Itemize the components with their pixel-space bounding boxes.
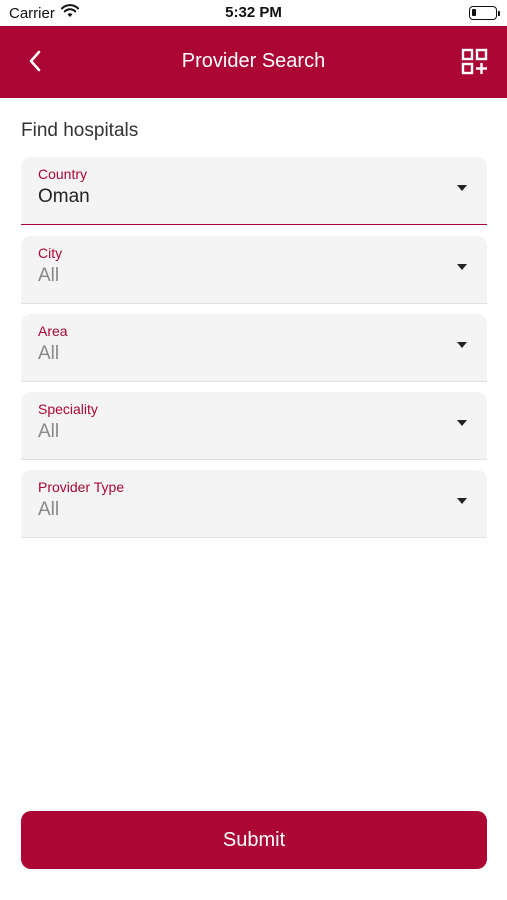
- city-select[interactable]: City All: [21, 236, 487, 304]
- area-value: All: [38, 343, 60, 364]
- country-value: Oman: [38, 186, 90, 207]
- app-header: Provider Search: [0, 26, 507, 98]
- dropdown-arrow-icon: [457, 498, 467, 504]
- status-time: 5:32 PM: [225, 4, 282, 21]
- status-bar: Carrier 5:32 PM: [0, 0, 507, 26]
- provider-type-label: Provider Type: [38, 479, 125, 495]
- city-label: City: [38, 245, 63, 261]
- country-select[interactable]: Country Oman: [21, 157, 487, 225]
- speciality-value: All: [38, 421, 60, 442]
- submit-button[interactable]: Submit: [21, 811, 487, 869]
- provider-type-select[interactable]: Provider Type All: [21, 470, 487, 538]
- provider-type-value: All: [38, 499, 60, 520]
- country-label: Country: [38, 166, 88, 182]
- area-select[interactable]: Area All: [21, 314, 487, 382]
- qr-add-button[interactable]: [461, 48, 489, 76]
- dropdown-arrow-icon: [457, 185, 467, 191]
- speciality-label: Speciality: [38, 401, 98, 417]
- battery-icon: [469, 6, 500, 20]
- dropdown-arrow-icon: [457, 420, 467, 426]
- dropdown-arrow-icon: [457, 342, 467, 348]
- battery-level: [472, 9, 476, 16]
- city-value: All: [38, 265, 60, 286]
- qr-add-icon: [461, 48, 489, 80]
- provider-search-screen: Carrier 5:32 PM Provider Search Find hos…: [0, 0, 507, 900]
- page-title: Provider Search: [181, 50, 326, 72]
- area-label: Area: [38, 323, 68, 339]
- speciality-select[interactable]: Speciality All: [21, 392, 487, 460]
- dropdown-arrow-icon: [457, 264, 467, 270]
- section-title: Find hospitals: [21, 120, 139, 141]
